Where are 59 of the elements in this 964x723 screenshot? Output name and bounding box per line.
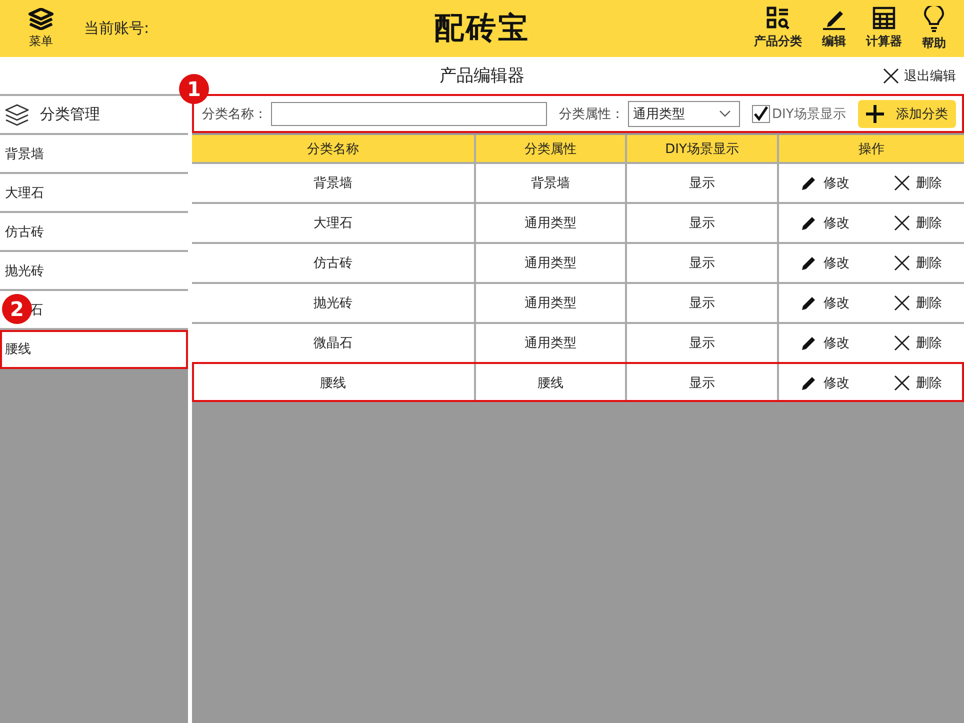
delete-button[interactable]: 删除	[894, 214, 942, 232]
sidebar-item[interactable]: 背景墙	[5, 144, 44, 162]
table-cell: 显示	[627, 364, 779, 402]
lightbulb-icon	[922, 6, 946, 32]
close-icon	[894, 375, 910, 391]
close-icon	[883, 68, 899, 84]
category-icon	[766, 6, 790, 30]
pencil-icon	[801, 375, 818, 391]
close-icon	[894, 255, 910, 271]
pencil-icon	[801, 335, 818, 351]
delete-button[interactable]: 删除	[894, 374, 942, 392]
checkbox[interactable]	[752, 104, 770, 122]
close-icon	[894, 175, 910, 191]
sidebar-item[interactable]: 仿古砖	[5, 222, 44, 240]
layers-icon	[4, 104, 30, 126]
close-icon	[894, 295, 910, 311]
edit-button[interactable]: 修改	[801, 214, 850, 232]
nav-button[interactable]: 产品分类	[754, 6, 802, 52]
close-icon	[894, 335, 910, 351]
attribute-dropdown[interactable]: 通用类型	[628, 100, 740, 126]
calculator-icon	[872, 6, 896, 30]
edit-button[interactable]: 修改	[801, 334, 850, 352]
table-cell: 腰线	[476, 364, 627, 402]
chevron-down-icon	[719, 110, 731, 118]
pencil-icon	[801, 215, 818, 231]
column-header: 操作	[858, 140, 886, 158]
nav-button[interactable]: 编辑	[822, 6, 846, 52]
menu-button[interactable]: 菜单	[28, 8, 54, 50]
edit-button[interactable]: 修改	[801, 254, 850, 272]
field-label: 分类属性：	[559, 106, 624, 122]
layers-icon	[28, 8, 54, 30]
pencil-icon	[801, 295, 818, 311]
delete-button[interactable]: 删除	[894, 254, 942, 272]
add-category-button[interactable]: 添加分类	[858, 100, 956, 128]
delete-button[interactable]: 删除	[894, 334, 942, 352]
pencil-icon	[801, 255, 818, 271]
checkbox-label: DIY场景显示	[772, 106, 846, 122]
delete-button[interactable]: 删除	[894, 174, 942, 192]
edit-button[interactable]: 修改	[801, 374, 850, 392]
field-label: 分类名称：	[202, 106, 267, 122]
account-label: 当前账号:	[84, 19, 150, 38]
nav-button[interactable]: 帮助	[922, 6, 946, 52]
close-icon	[894, 215, 910, 231]
sidebar-title: 分类管理	[40, 105, 100, 124]
sidebar-item[interactable]: 腰线	[5, 340, 31, 358]
pencil-icon	[801, 175, 818, 191]
nav-button[interactable]: 计算器	[866, 6, 902, 52]
page-title: 产品编辑器	[440, 65, 524, 87]
delete-button[interactable]: 删除	[894, 294, 942, 312]
sidebar-item[interactable]: 大理石	[5, 184, 44, 202]
sidebar-item[interactable]: 抛光砖	[5, 262, 44, 280]
name-input[interactable]	[271, 102, 547, 126]
plus-icon	[866, 104, 884, 122]
exit-edit-button[interactable]: 退出编辑	[883, 66, 956, 84]
app-title: 配砖宝	[434, 10, 530, 48]
edit-button[interactable]: 修改	[801, 174, 850, 192]
step-badge: 2	[2, 294, 32, 324]
table-cell: 腰线	[192, 364, 476, 402]
edit-button[interactable]: 修改	[801, 294, 850, 312]
